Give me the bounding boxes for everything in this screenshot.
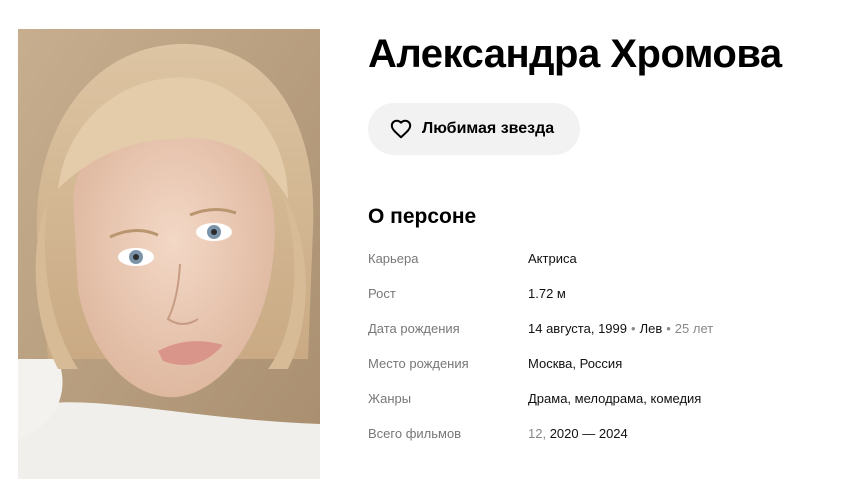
height-value: 1.72 м [528, 286, 566, 301]
info-row-birthplace: Место рождения Москва, Россия [368, 346, 713, 381]
genres-label: Жанры [368, 391, 412, 406]
about-section-title: О персоне [368, 205, 477, 228]
age-value: 25 лет [674, 321, 714, 336]
person-photo [18, 29, 320, 479]
career-value[interactable]: Актриса [528, 251, 577, 266]
zodiac-sign[interactable]: Лев [640, 321, 663, 336]
birthdate-date[interactable]: 14 августа, 1999 [528, 321, 627, 336]
person-name: Александра Хромова [368, 32, 782, 76]
height-label: Рост [368, 286, 396, 301]
info-row-career: Карьера Актриса [368, 241, 713, 276]
films-label: Всего фильмов [368, 426, 462, 441]
info-row-birthdate: Дата рождения 14 августа, 1999 • Лев • 25 ле… [368, 311, 713, 346]
genres-value[interactable]: Драма, мелодрама, комедия [528, 391, 701, 406]
info-row-height: Рост 1.72 м [368, 276, 713, 311]
about-info-list: Карьера Актриса Рост 1.72 м Дата рождени… [368, 241, 713, 451]
birthplace-value[interactable]: Москва, Россия [528, 356, 622, 371]
separator-dot: • [666, 321, 671, 336]
heart-icon [390, 118, 412, 140]
films-count: 12, [528, 426, 547, 441]
separator-dot: • [631, 321, 636, 336]
favorite-star-button[interactable]: Любимая звезда [368, 103, 581, 155]
birthdate-label: Дата рождения [368, 321, 460, 336]
career-label: Карьера [368, 251, 419, 266]
films-value: 12, 2020 — 2024 [528, 426, 628, 441]
info-row-genres: Жанры Драма, мелодрама, комедия [368, 381, 713, 416]
info-row-films: Всего фильмов 12, 2020 — 2024 [368, 416, 713, 451]
films-years[interactable]: 2020 — 2024 [550, 426, 628, 441]
favorite-star-label: Любимая звезда [422, 120, 555, 137]
birthplace-label: Место рождения [368, 356, 469, 371]
birthdate-value: 14 августа, 1999 • Лев • 25 лет [528, 321, 713, 336]
